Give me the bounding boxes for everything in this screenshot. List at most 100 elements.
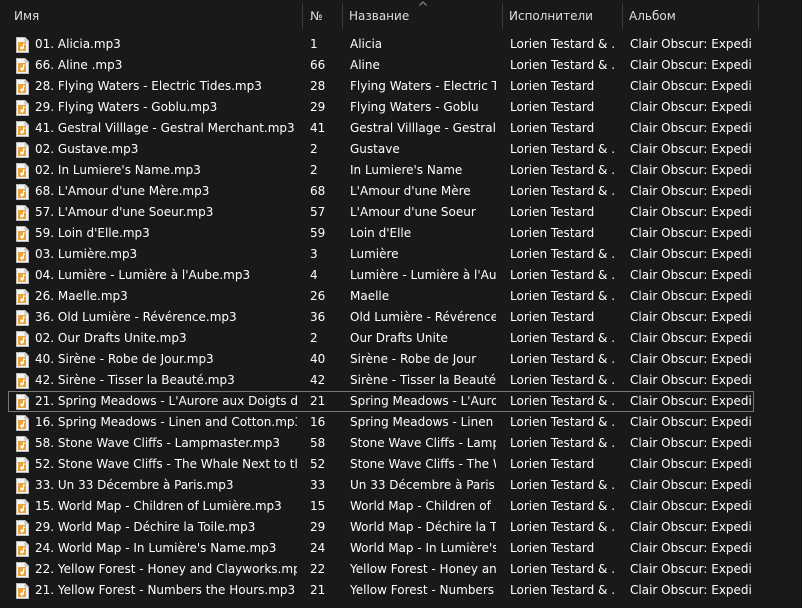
file-name: 22. Yellow Forest - Honey and Clayworks.…: [35, 562, 297, 576]
track-artists: Lorien Testard & ...: [510, 247, 616, 261]
track-number: 21: [310, 394, 326, 408]
track-number: 36: [310, 310, 326, 324]
track-album: Clair Obscur: Expediti...: [630, 352, 752, 366]
track-album: Clair Obscur: Expediti...: [630, 310, 752, 324]
mp3-file-icon: [16, 226, 29, 242]
file-name: 21. Spring Meadows - L'Aurore aux Doigts…: [35, 394, 297, 408]
column-header-number[interactable]: №: [303, 0, 342, 32]
track-artists: Lorien Testard: [510, 79, 595, 93]
track-artists: Lorien Testard: [510, 310, 595, 324]
file-name: 36. Old Lumière - Révérence.mp3: [35, 310, 237, 324]
track-title: World Map - In Lumière's ...: [350, 541, 496, 555]
track-number: 29: [310, 100, 326, 114]
file-row[interactable]: 52. Stone Wave Cliffs - The Whale Next t…: [8, 454, 754, 475]
file-row[interactable]: 36. Old Lumière - Révérence.mp3 36 Old Lum…: [8, 307, 754, 328]
sort-ascending-icon: [419, 1, 427, 6]
file-row[interactable]: 58. Stone Wave Cliffs - Lampmaster.mp3 58…: [8, 433, 754, 454]
track-artists: Lorien Testard & ...: [510, 58, 616, 72]
file-name: 29. Flying Waters - Goblu.mp3: [35, 100, 218, 114]
file-row[interactable]: 40. Sirène - Robe de Jour.mp3 40 Sirène - …: [8, 349, 754, 370]
file-name: 16. Spring Meadows - Linen and Cotton.mp…: [35, 415, 297, 429]
file-row[interactable]: 22. Yellow Forest - Honey and Clayworks.…: [8, 559, 754, 580]
mp3-file-icon: [16, 583, 29, 599]
track-artists: Lorien Testard: [510, 121, 595, 135]
track-artists: Lorien Testard & ...: [510, 562, 616, 576]
file-name: 02. Gustave.mp3: [35, 142, 139, 156]
track-album: Clair Obscur: Expediti...: [630, 541, 752, 555]
file-row[interactable]: 29. World Map - Déchire la Toile.mp3 29 Wo…: [8, 517, 754, 538]
file-row[interactable]: 42. Sirène - Tisser la Beauté.mp3 42 Sirèn…: [8, 370, 754, 391]
file-name: 41. Gestral Villlage - Gestral Merchant.…: [35, 121, 295, 135]
file-row[interactable]: 26. Maelle.mp3 26 Maelle Lorien Testard & .…: [8, 286, 754, 307]
file-row[interactable]: 59. Loin d'Elle.mp3 59 Loin d'Elle Lorien T…: [8, 223, 754, 244]
track-artists: Lorien Testard: [510, 100, 595, 114]
mp3-file-icon: [16, 268, 29, 284]
file-name: 28. Flying Waters - Electric Tides.mp3: [35, 79, 262, 93]
file-row[interactable]: 41. Gestral Villlage - Gestral Merchant.…: [8, 118, 754, 139]
track-number: 16: [310, 415, 326, 429]
file-name: 03. Lumière.mp3: [35, 247, 138, 261]
mp3-file-icon: [16, 142, 29, 158]
track-number: 2: [310, 163, 318, 177]
file-row[interactable]: 02. In Lumiere's Name.mp3 2 In Lumiere's N…: [8, 160, 754, 181]
track-title: Spring Meadows - L'Auro...: [350, 394, 496, 408]
file-row[interactable]: 28. Flying Waters - Electric Tides.mp3 28…: [8, 76, 754, 97]
file-name: 24. World Map - In Lumière's Name.mp3: [35, 541, 277, 555]
track-album: Clair Obscur: Expediti...: [630, 457, 752, 471]
track-album: Clair Obscur: Expediti...: [630, 142, 752, 156]
file-row[interactable]: 16. Spring Meadows - Linen and Cotton.mp…: [8, 412, 754, 433]
track-number: 40: [310, 352, 326, 366]
file-row[interactable]: 33. Un 33 Décembre à Paris.mp3 33 Un 33 Dé…: [8, 475, 754, 496]
column-header-album[interactable]: Альбом: [623, 0, 758, 32]
file-row[interactable]: 02. Our Drafts Unite.mp3 2 Our Drafts Unit…: [8, 328, 754, 349]
track-album: Clair Obscur: Expediti...: [630, 247, 752, 261]
file-row[interactable]: 02. Gustave.mp3 2 Gustave Lorien Testard & …: [8, 139, 754, 160]
file-row[interactable]: 01. Alicia.mp3 1 Alicia Lorien Testard & ..…: [8, 34, 754, 55]
track-title: Sirène - Tisser la Beauté: [350, 373, 496, 387]
column-divider[interactable]: [758, 3, 759, 29]
track-album: Clair Obscur: Expediti...: [630, 289, 752, 303]
track-title: Alicia: [350, 37, 383, 51]
track-title: Yellow Forest - Honey an...: [350, 562, 496, 576]
track-number: 52: [310, 457, 326, 471]
column-header-name[interactable]: Имя: [0, 0, 302, 32]
file-name: 29. World Map - Déchire la Toile.mp3: [35, 520, 256, 534]
mp3-file-icon: [16, 310, 29, 326]
file-row[interactable]: 29. Flying Waters - Goblu.mp3 29 Flying Wa…: [8, 97, 754, 118]
track-title: Flying Waters - Goblu: [350, 100, 479, 114]
file-row[interactable]: 24. World Map - In Lumière's Name.mp3 24 W…: [8, 538, 754, 559]
file-row[interactable]: 21. Spring Meadows - L'Aurore aux Doigts…: [8, 391, 754, 412]
track-artists: Lorien Testard & ...: [510, 184, 616, 198]
file-row[interactable]: 03. Lumière.mp3 3 Lumière Lorien Testard & …: [8, 244, 754, 265]
track-artists: Lorien Testard & ...: [510, 394, 616, 408]
column-header-artists[interactable]: Исполнители: [503, 0, 622, 32]
track-album: Clair Obscur: Expediti...: [630, 184, 752, 198]
file-row[interactable]: 57. L'Amour d'une Soeur.mp3 57 L'Amour d'u…: [8, 202, 754, 223]
file-name: 02. In Lumiere's Name.mp3: [35, 163, 201, 177]
track-title: Stone Wave Cliffs - The W...: [350, 457, 496, 471]
track-title: L'Amour d'une Soeur: [350, 205, 476, 219]
track-title: Yellow Forest - Numbers t...: [350, 583, 496, 597]
track-title: Loin d'Elle: [350, 226, 412, 240]
track-title: Old Lumière - Révérence: [350, 310, 496, 324]
file-name: 15. World Map - Children of Lumière.mp3: [35, 499, 282, 513]
track-album: Clair Obscur: Expediti...: [630, 79, 752, 93]
mp3-file-icon: [16, 562, 29, 578]
file-row[interactable]: 15. World Map - Children of Lumière.mp3 1…: [8, 496, 754, 517]
file-row[interactable]: 21. Yellow Forest - Numbers the Hours.mp…: [8, 580, 754, 601]
track-title: Our Drafts Unite: [350, 331, 448, 345]
mp3-file-icon: [16, 415, 29, 431]
file-name: 58. Stone Wave Cliffs - Lampmaster.mp3: [35, 436, 280, 450]
column-header-number-label: №: [310, 9, 323, 23]
track-title: Aline: [350, 58, 380, 72]
track-number: 2: [310, 142, 318, 156]
file-name: 42. Sirène - Tisser la Beauté.mp3: [35, 373, 235, 387]
file-name: 52. Stone Wave Cliffs - The Whale Next t…: [35, 457, 297, 471]
file-row[interactable]: 04. Lumière - Lumière à l'Aube.mp3 4 Lumiè…: [8, 265, 754, 286]
file-row[interactable]: 68. L'Amour d'une Mère.mp3 68 L'Amour d'un…: [8, 181, 754, 202]
file-name: 01. Alicia.mp3: [35, 37, 121, 51]
track-album: Clair Obscur: Expediti...: [630, 520, 752, 534]
file-row[interactable]: 66. Aline .mp3 66 Aline Lorien Testard & ..…: [8, 55, 754, 76]
track-album: Clair Obscur: Expediti...: [630, 121, 752, 135]
track-title: Lumière: [350, 247, 399, 261]
